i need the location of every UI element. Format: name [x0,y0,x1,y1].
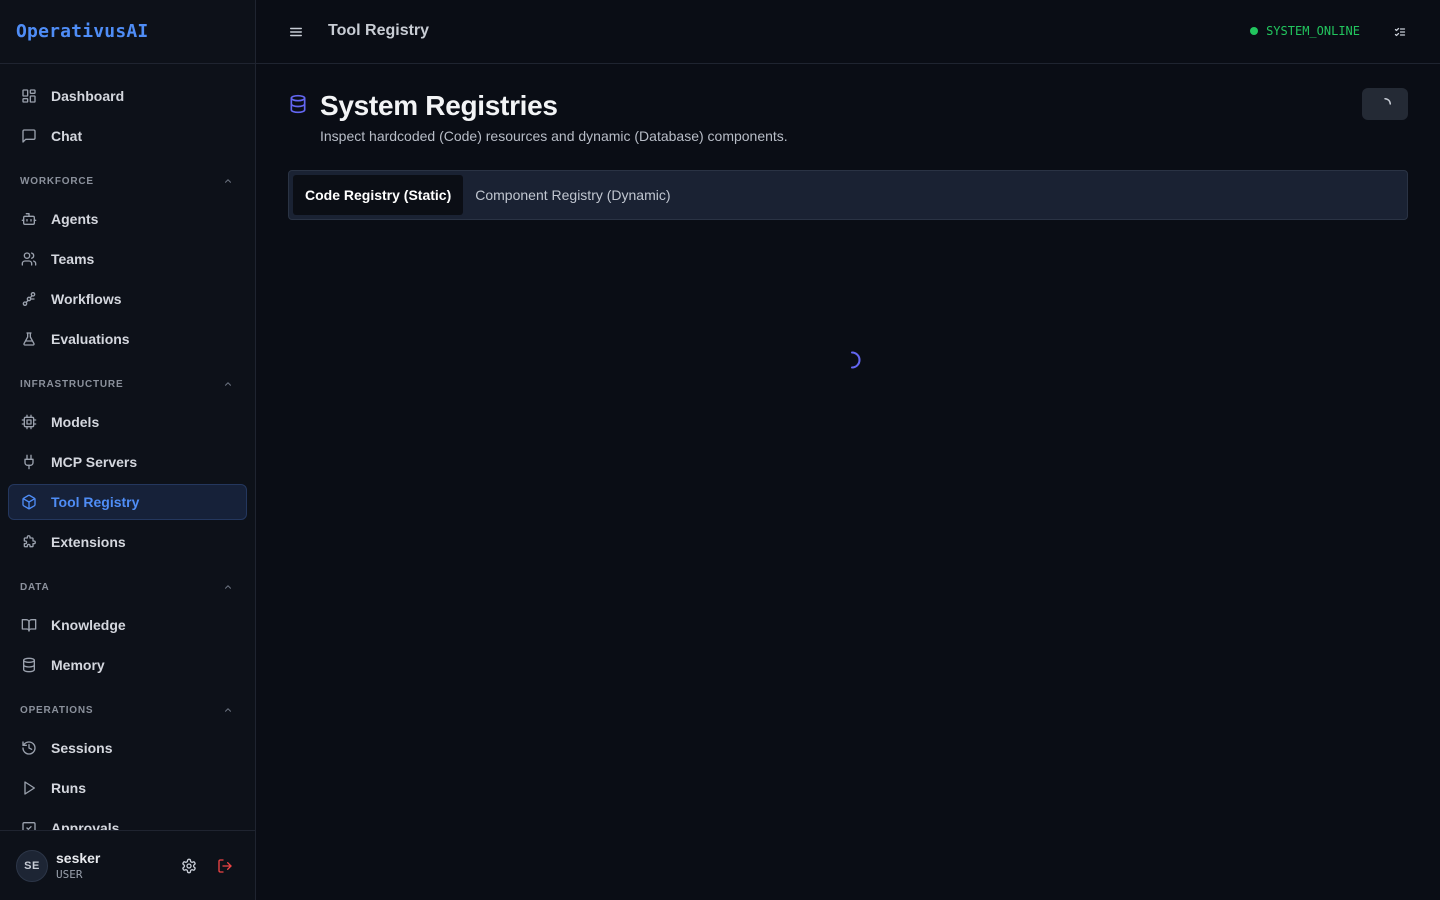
sidebar-item-mcp-servers[interactable]: MCP Servers [8,444,247,480]
cpu-icon [21,414,37,430]
brand[interactable]: OperativusAI [0,0,255,64]
section-title: WORKFORCE [20,175,94,187]
sidebar-item-label: Knowledge [51,617,126,633]
status-text: SYSTEM_ONLINE [1266,24,1360,38]
puzzle-icon [23,535,36,548]
main-content: System Registries Inspect hardcoded (Cod… [256,64,1440,900]
sidebar-item-label: Approvals [51,820,120,830]
section-infrastructure[interactable]: INFRASTRUCTURE [8,374,247,394]
sidebar-item-label: Chat [51,128,83,144]
page-title: System Registries [320,90,558,121]
sidebar-item-extensions[interactable]: Extensions [8,524,247,560]
header-title: Tool Registry [328,22,430,39]
sidebar-item-dashboard[interactable]: Dashboard [8,78,247,114]
sidebar-item-runs[interactable]: Runs [8,770,247,806]
sidebar-item-sessions[interactable]: Sessions [8,730,247,766]
logout-icon[interactable] [217,858,233,874]
brand-logo-text[interactable]: OperativusAI [16,21,148,42]
chevron-up-icon [224,382,232,386]
sidebar-item-tool-registry[interactable]: Tool Registry [8,484,247,520]
top-header: Tool Registry SYSTEM_ONLINE [256,0,1440,64]
database-icon [290,94,306,114]
workflow-icon [22,292,36,306]
avatar-initials: SE [24,859,40,872]
sidebar-item-label: Runs [51,780,86,796]
loading-spinner-icon [850,351,861,369]
history-icon [22,741,36,755]
system-status: SYSTEM_ONLINE [1250,24,1360,38]
user-actions [181,858,233,874]
box-icon [22,494,36,510]
section-data[interactable]: DATA [8,577,247,597]
sidebar-item-agents[interactable]: Agents [8,201,247,237]
sidebar-item-knowledge[interactable]: Knowledge [8,607,247,643]
plug-icon [24,454,34,470]
database-icon [23,657,35,673]
sidebar-item-evaluations[interactable]: Evaluations [8,321,247,357]
sidebar-item-label: Evaluations [51,331,130,347]
sidebar-item-teams[interactable]: Teams [8,241,247,277]
sidebar-nav: Dashboard Chat WORKFORCE Agents Teams Wo… [0,64,255,830]
users-icon [21,252,37,266]
chevron-up-icon [224,708,232,712]
section-operations[interactable]: OPERATIONS [8,700,247,720]
status-dot-icon [1250,27,1259,35]
sidebar-item-models[interactable]: Models [8,404,247,440]
sidebar-item-label: Agents [51,211,99,227]
chevron-up-icon [224,179,232,183]
page-subtitle: Inspect hardcoded (Code) resources and d… [320,128,788,144]
sidebar-item-label: Tool Registry [51,494,140,510]
sidebar-item-label: MCP Servers [51,454,138,470]
bot-icon [21,213,37,225]
user-bar: SE sesker USER [0,830,255,900]
section-title: DATA [20,581,50,593]
sidebar-item-approvals[interactable]: Approvals [8,810,247,830]
sidebar-item-label: Memory [51,657,105,673]
list-checks-icon[interactable] [1394,26,1406,38]
gear-icon[interactable] [181,858,197,874]
play-icon [24,781,35,795]
sidebar-item-label: Workflows [51,291,122,307]
section-workforce[interactable]: WORKFORCE [8,171,247,191]
sidebar: OperativusAI Dashboard Chat WORKFORCE Ag… [0,0,256,900]
sidebar-item-workflows[interactable]: Workflows [8,281,247,317]
user-meta: sesker USER [56,850,100,881]
chat-icon [22,129,36,143]
avatar[interactable]: SE [16,849,48,882]
book-icon [21,619,37,632]
sidebar-item-label: Sessions [51,740,113,756]
loading-spinner-icon [1384,98,1391,105]
dashboard-icon [22,89,36,103]
tab-code-registry[interactable]: Code Registry (Static) [293,175,464,215]
sidebar-item-label: Teams [51,251,95,267]
menu-icon[interactable] [289,25,303,39]
section-title: INFRASTRUCTURE [20,378,124,390]
sidebar-item-label: Models [51,414,100,430]
user-role: USER [56,868,83,881]
sidebar-item-memory[interactable]: Memory [8,647,247,683]
sidebar-item-chat[interactable]: Chat [8,118,247,154]
user-name: sesker [56,850,101,866]
registry-tabs: Code Registry (Static) Component Registr… [288,170,1408,220]
approval-icon [22,822,36,830]
tab-component-registry[interactable]: Component Registry (Dynamic) [463,175,682,215]
chevron-up-icon [224,585,232,589]
sidebar-item-label: Dashboard [51,88,125,104]
flask-icon [23,332,35,346]
refresh-button[interactable] [1362,88,1408,120]
section-title: OPERATIONS [20,704,94,716]
sidebar-item-label: Extensions [51,534,126,550]
